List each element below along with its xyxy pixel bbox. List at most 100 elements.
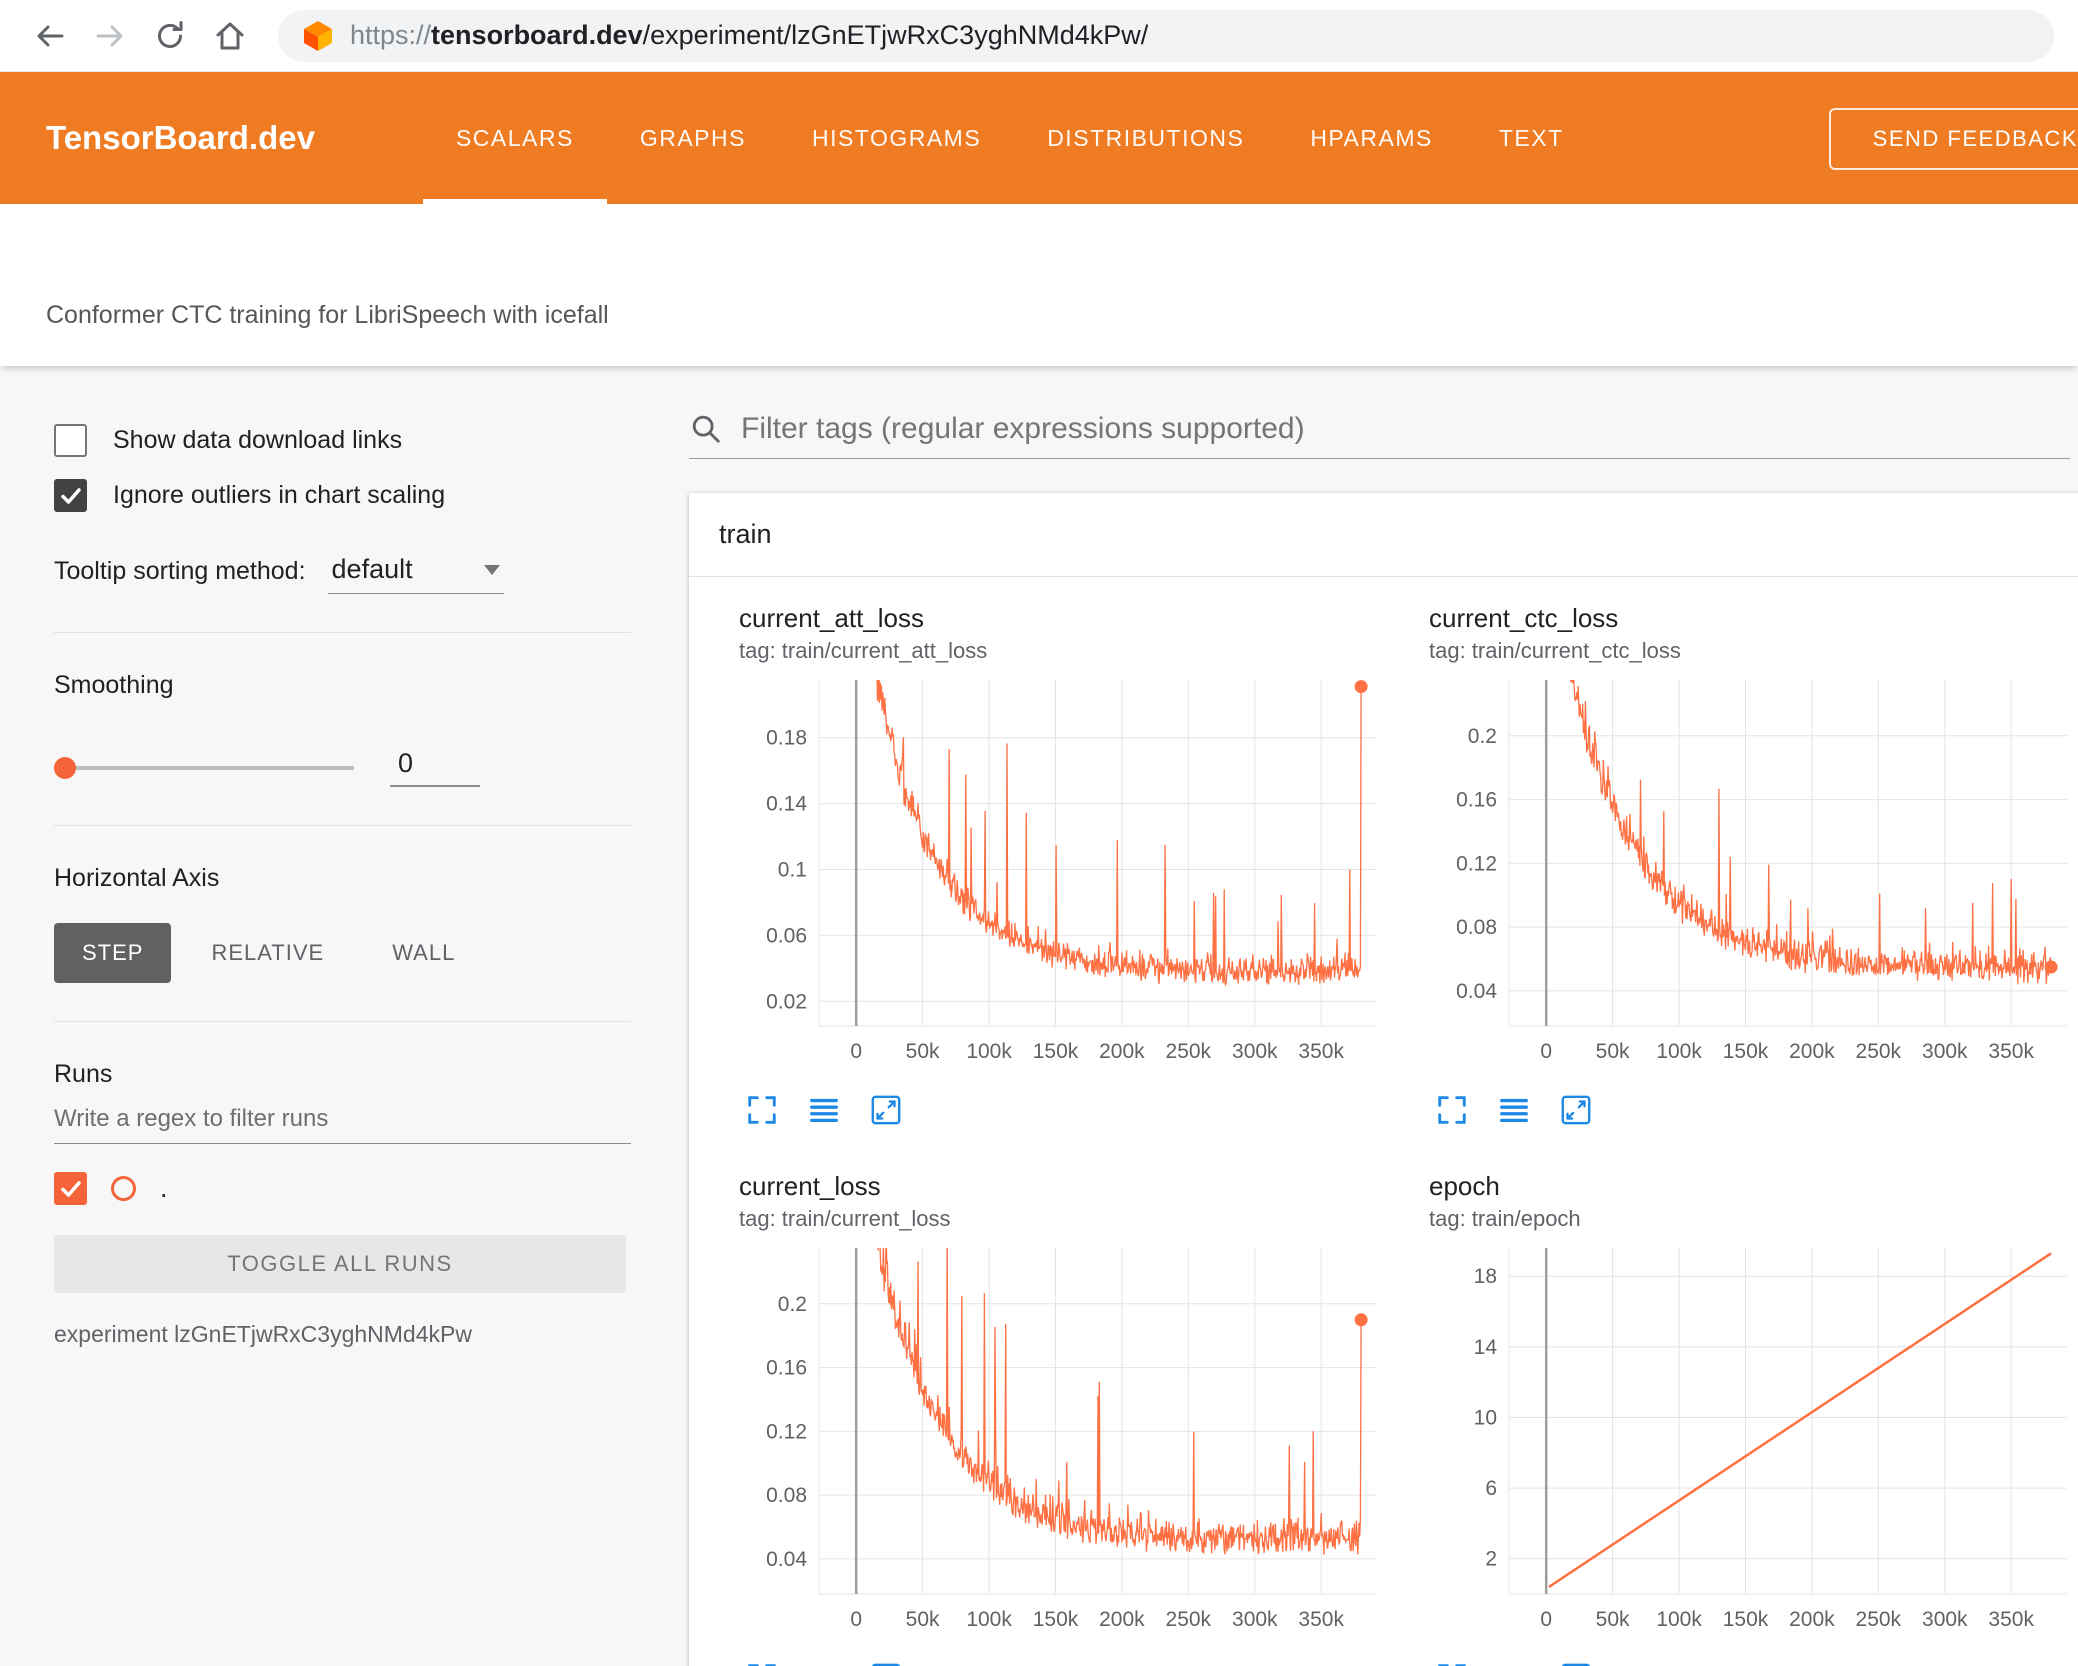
fullscreen-icon[interactable] [745, 1661, 779, 1666]
svg-text:0.12: 0.12 [1456, 852, 1497, 875]
slider-track[interactable] [54, 765, 354, 770]
chart-toolbar [1429, 1643, 2078, 1666]
fullscreen-icon[interactable] [1435, 1661, 1469, 1666]
chevron-down-icon [483, 564, 500, 575]
svg-text:10: 10 [1474, 1407, 1497, 1430]
filter-tags-input[interactable] [741, 412, 2070, 446]
svg-text:350k: 350k [1298, 1040, 1344, 1063]
svg-text:150k: 150k [1033, 1040, 1079, 1063]
smoothing-value-input[interactable] [390, 748, 480, 787]
svg-text:0.18: 0.18 [766, 727, 807, 750]
axis-step-button[interactable]: STEP [54, 923, 172, 983]
svg-text:50k: 50k [1596, 1608, 1630, 1631]
sidebar-divider [54, 825, 631, 826]
svg-text:0.04: 0.04 [766, 1548, 807, 1571]
fit-domain-icon[interactable] [869, 1093, 903, 1127]
svg-text:18: 18 [1474, 1265, 1497, 1288]
tab-graphs[interactable]: GRAPHS [607, 72, 779, 204]
runs-filter-input[interactable] [54, 1089, 631, 1144]
svg-text:250k: 250k [1166, 1040, 1212, 1063]
charts-grid: current_att_loss tag: train/current_att_… [689, 577, 2078, 1666]
show-download-links-checkbox[interactable] [54, 424, 87, 457]
back-icon[interactable] [24, 10, 76, 62]
axis-relative-button[interactable]: RELATIVE [183, 923, 352, 983]
svg-text:200k: 200k [1099, 1608, 1145, 1631]
chart-tag: tag: train/current_att_loss [739, 638, 988, 663]
forward-icon[interactable] [84, 10, 136, 62]
tab-text[interactable]: TEXT [1466, 72, 1597, 204]
home-icon[interactable] [204, 10, 256, 62]
chart-plot[interactable]: 0.04 0.08 0.12 0.16 0.2 0 50k 100k 150k 200k 250k 3… [1429, 670, 2078, 1070]
horizontal-axis-label: Horizontal Axis [54, 864, 220, 892]
tab-histograms[interactable]: HISTOGRAMS [779, 72, 1014, 204]
chart-plot[interactable]: 2 6 10 14 18 0 50k 100k 150k 200k 250k 300k 350k [1429, 1238, 2078, 1638]
tab-hparams[interactable]: HPARAMS [1277, 72, 1466, 204]
run-row[interactable]: . [54, 1172, 631, 1205]
ignore-outliers-checkbox[interactable] [54, 479, 87, 512]
fit-domain-icon[interactable] [1559, 1093, 1593, 1127]
svg-text:0.06: 0.06 [766, 924, 807, 947]
url-text[interactable]: https://tensorboard.dev/experiment/lzGnE… [350, 20, 1148, 51]
toggle-all-runs-button[interactable]: TOGGLE ALL RUNS [54, 1235, 626, 1293]
fit-domain-icon[interactable] [869, 1661, 903, 1666]
svg-text:100k: 100k [966, 1040, 1012, 1063]
axis-wall-button[interactable]: WALL [364, 923, 483, 983]
svg-text:300k: 300k [1232, 1040, 1278, 1063]
fullscreen-icon[interactable] [1435, 1093, 1469, 1127]
svg-text:0.16: 0.16 [1456, 789, 1497, 812]
chart-plot[interactable]: 0.04 0.08 0.12 0.16 0.2 0 50k 100k 150k 200k 250k 3… [739, 1238, 1389, 1638]
svg-text:350k: 350k [1298, 1608, 1344, 1631]
run-color-swatch-icon [111, 1176, 136, 1201]
ignore-outliers-row[interactable]: Ignore outliers in chart scaling [54, 479, 631, 512]
chart-tag: tag: train/current_loss [739, 1206, 951, 1231]
svg-text:0: 0 [1540, 1608, 1552, 1631]
svg-text:250k: 250k [1856, 1040, 1902, 1063]
svg-text:0.2: 0.2 [778, 1293, 807, 1316]
fit-domain-icon[interactable] [1559, 1661, 1593, 1666]
data-lines-icon[interactable] [1497, 1661, 1531, 1666]
chart-toolbar [739, 1075, 1403, 1157]
reload-icon[interactable] [144, 10, 196, 62]
ignore-outliers-label: Ignore outliers in chart scaling [113, 481, 446, 509]
chart-plot[interactable]: 0.02 0.06 0.1 0.14 0.18 0 50k 100k 150k 200k 250k 3… [739, 670, 1389, 1070]
chart-title: current_loss [739, 1171, 881, 1201]
svg-text:150k: 150k [1723, 1040, 1769, 1063]
run-checkbox[interactable] [54, 1172, 87, 1205]
browser-toolbar: https://tensorboard.dev/experiment/lzGnE… [0, 0, 2078, 72]
address-bar[interactable]: https://tensorboard.dev/experiment/lzGnE… [278, 9, 2054, 62]
svg-text:150k: 150k [1723, 1608, 1769, 1631]
sidebar-divider [54, 632, 631, 633]
smoothing-slider[interactable] [54, 756, 354, 779]
svg-text:0.2: 0.2 [1468, 725, 1497, 748]
svg-text:0.04: 0.04 [1456, 980, 1497, 1003]
svg-text:0: 0 [850, 1040, 862, 1063]
settings-sidebar: Show data download links Ignore outliers… [0, 366, 645, 1666]
chart-card-current-att-loss: current_att_loss tag: train/current_att_… [713, 589, 1403, 1157]
data-lines-icon[interactable] [1497, 1093, 1531, 1127]
send-feedback-button[interactable]: SEND FEEDBACK [1828, 108, 2078, 170]
experiment-subheader: Conformer CTC training for LibriSpeech w… [0, 204, 2078, 366]
section-title[interactable]: train [689, 493, 2078, 577]
show-download-links-row[interactable]: Show data download links [54, 424, 631, 457]
chart-tag: tag: train/current_ctc_loss [1429, 638, 1681, 663]
svg-text:200k: 200k [1099, 1040, 1145, 1063]
tooltip-sorting-dropdown[interactable]: default [327, 554, 504, 594]
browser-window: https://tensorboard.dev/experiment/lzGnE… [0, 0, 2078, 1666]
tab-scalars[interactable]: SCALARS [422, 72, 607, 204]
fullscreen-icon[interactable] [745, 1093, 779, 1127]
main-nav-tabs: SCALARS GRAPHS HISTOGRAMS DISTRIBUTIONS … [422, 72, 1597, 204]
data-lines-icon[interactable] [807, 1661, 841, 1666]
tab-distributions[interactable]: DISTRIBUTIONS [1014, 72, 1277, 204]
data-lines-icon[interactable] [807, 1093, 841, 1127]
smoothing-label: Smoothing [54, 671, 174, 699]
slider-thumb[interactable] [54, 756, 76, 779]
main-panel: train current_att_loss tag: train/curren… [645, 366, 2078, 1666]
svg-text:350k: 350k [1988, 1608, 2034, 1631]
experiment-id-label: experiment lzGnETjwRxC3yghNMd4kPw [54, 1321, 472, 1347]
svg-text:0.16: 0.16 [766, 1357, 807, 1380]
filter-tags-row [689, 412, 2070, 459]
tensorboard-logo[interactable]: TensorBoard.dev [0, 72, 315, 204]
svg-text:250k: 250k [1856, 1608, 1902, 1631]
tooltip-sorting-row: Tooltip sorting method: default [54, 554, 631, 594]
svg-text:2: 2 [1485, 1548, 1497, 1571]
